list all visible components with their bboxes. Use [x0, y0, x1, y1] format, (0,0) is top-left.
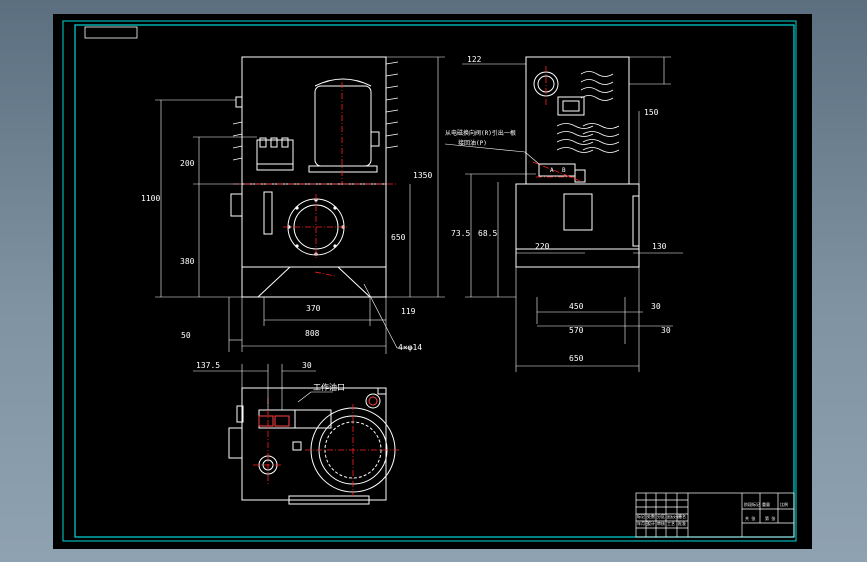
top-view	[228, 387, 396, 505]
top-center-lines	[253, 398, 401, 496]
drawing-code-box	[84, 26, 138, 39]
dim-122: 122	[467, 55, 482, 64]
tb-cell-approve: 批准	[678, 520, 686, 526]
dim-137-5: 137.5	[196, 361, 220, 370]
dim-570: 570	[569, 326, 584, 335]
tb-cell-design: 设计	[647, 520, 655, 526]
dim-1350: 1350	[413, 171, 432, 180]
front-view	[230, 56, 399, 298]
dim-50: 50	[181, 331, 191, 340]
dim-68-5: 68.5	[478, 229, 497, 238]
top-base-outline	[241, 387, 387, 501]
dim-150: 150	[644, 108, 659, 117]
dim-808: 808	[305, 329, 320, 338]
cad-viewport[interactable]: 1100 200 380 1350 650 370 119 50 808 4×φ…	[53, 14, 812, 549]
dim-200: 200	[180, 159, 195, 168]
motor-cover-outline	[241, 56, 387, 185]
annotation-line-2: 接回油(P)	[458, 139, 487, 147]
motor-body	[314, 85, 372, 167]
tb-cell-zone: 分区	[657, 513, 665, 519]
annotation-line-1: 从电磁换向阀(R)引出一根	[445, 129, 516, 137]
hydraulic-station-drawing: 1100 200 380 1350 650 370 119 50 808 4×φ…	[62, 20, 797, 542]
dim-30-top: 30	[302, 361, 312, 370]
port-label: 工作油口	[313, 382, 345, 392]
outer-border	[62, 20, 797, 542]
dim-650-side: 650	[569, 354, 584, 363]
inner-border	[74, 24, 795, 538]
side-tank-outline	[515, 183, 640, 268]
side-view	[515, 56, 640, 268]
dim-650: 650	[391, 233, 406, 242]
title-block-text: 标记 处数 分区 更改文件号 签名 年月日 设计 审核 工艺 批准 阶段标记 重…	[637, 501, 788, 526]
dim-450: 450	[569, 302, 584, 311]
tb-weight: 重量	[762, 501, 770, 507]
dim-380: 380	[180, 257, 195, 266]
tb-cell-review: 审核	[657, 520, 665, 526]
top-dimension-lines	[193, 364, 333, 410]
dim-73-5: 73.5	[451, 229, 470, 238]
tb-scale: 比例	[780, 501, 788, 507]
dim-30-lower: 30	[661, 326, 671, 335]
tb-sheet-no: 第 张	[765, 515, 775, 521]
dim-370: 370	[306, 304, 321, 313]
tb-cell-count: 处数	[647, 513, 655, 519]
dim-220: 220	[535, 242, 550, 251]
tb-sheet-total: 共 张	[745, 515, 755, 521]
dim-130: 130	[652, 242, 667, 251]
tb-cell-process: 工艺	[667, 521, 675, 526]
dim-119: 119	[401, 307, 416, 316]
dim-30-upper: 30	[651, 302, 661, 311]
dim-1100: 1100	[141, 194, 160, 203]
valve-label-b: B	[562, 167, 566, 174]
tb-stage-mark: 阶段标记	[744, 501, 760, 507]
filler-cap	[365, 393, 381, 409]
tb-cell-sign: 签名	[678, 513, 686, 519]
valve-label-a: A	[550, 167, 554, 174]
note-foot-holes: 4×φ14	[398, 343, 422, 352]
tb-cell-mark: 标记	[637, 513, 645, 519]
